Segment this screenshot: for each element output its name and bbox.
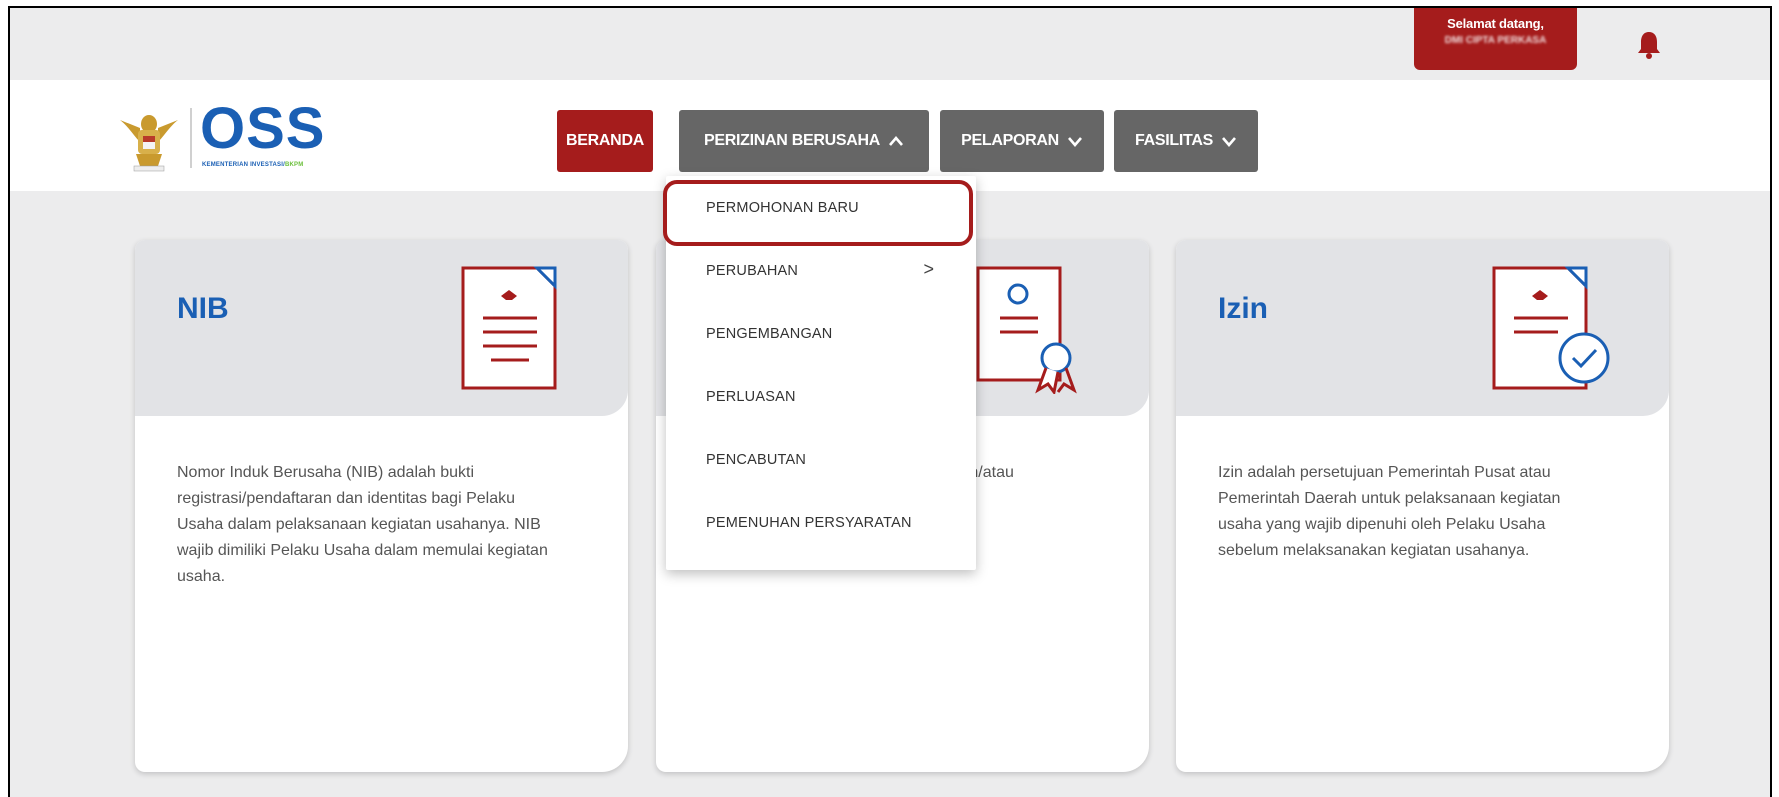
highlight-outline: [663, 180, 973, 246]
menu-item-perluasan[interactable]: PERLUASAN: [706, 389, 796, 405]
approved-document-icon: [1492, 266, 1610, 390]
welcome-greeting: Selamat datang,: [1447, 16, 1544, 31]
document-icon: [461, 266, 557, 390]
card-title: NIB: [177, 292, 229, 325]
nav-beranda[interactable]: BERANDA: [557, 110, 653, 172]
menu-item-perubahan[interactable]: PERUBAHAN: [706, 263, 798, 279]
card-nib[interactable]: NIB Nomor Induk Berusaha (NIB) adalah bu…: [135, 240, 628, 772]
menu-item-pencabutan[interactable]: PENCABUTAN: [706, 452, 806, 468]
menu-item-pemenuhan-persyaratan[interactable]: PEMENUHAN PERSYARATAN: [706, 515, 912, 531]
menu-item-pengembangan[interactable]: PENGEMBANGAN: [706, 326, 832, 342]
nav-perizinan-label: PERIZINAN BERUSAHA: [704, 132, 880, 149]
card-description: Nomor Induk Berusaha (NIB) adalah bukti …: [177, 464, 548, 585]
card-izin[interactable]: Izin Izin adalah persetujuan Pemerintah …: [1176, 240, 1669, 772]
garuda-emblem-icon: [120, 115, 178, 172]
chevron-down-icon: [1221, 137, 1236, 147]
nav-beranda-label: BERANDA: [566, 132, 644, 149]
oss-logo-subtitle-main: KEMENTERIAN INVESTASI/: [202, 162, 285, 168]
oss-logo-subtitle-accent: BKPM: [284, 162, 304, 168]
nav-fasilitas[interactable]: FASILITAS: [1114, 110, 1258, 172]
card-description: Izin adalah persetujuan Pemerintah Pusat…: [1218, 464, 1561, 559]
chevron-down-icon: [1067, 137, 1082, 147]
card-title: Izin: [1218, 292, 1268, 325]
app-frame: Selamat datang, DMI CIPTA PERKASA OSS KE…: [8, 6, 1772, 797]
main-header: OSS KEMENTERIAN INVESTASI/BKPM BERANDA P…: [10, 80, 1770, 191]
top-bar: Selamat datang, DMI CIPTA PERKASA: [10, 8, 1770, 80]
nav-pelaporan-label: PELAPORAN: [961, 132, 1059, 149]
bell-icon[interactable]: [1636, 30, 1662, 60]
nav-fasilitas-label: FASILITAS: [1135, 132, 1213, 149]
chevron-up-icon: [888, 136, 903, 146]
user-welcome-badge[interactable]: Selamat datang, DMI CIPTA PERKASA: [1414, 8, 1577, 70]
welcome-company-name: DMI CIPTA PERKASA: [1444, 35, 1547, 46]
nav-perizinan-berusaha[interactable]: PERIZINAN BERUSAHA: [679, 110, 929, 172]
chevron-right-icon: >: [923, 259, 934, 279]
oss-logo-subtitle: KEMENTERIAN INVESTASI/BKPM: [202, 162, 303, 168]
oss-logo-text[interactable]: OSS: [200, 100, 326, 158]
certificate-icon: [976, 266, 1077, 394]
logo-separator: [190, 108, 192, 168]
nav-pelaporan[interactable]: PELAPORAN: [940, 110, 1104, 172]
